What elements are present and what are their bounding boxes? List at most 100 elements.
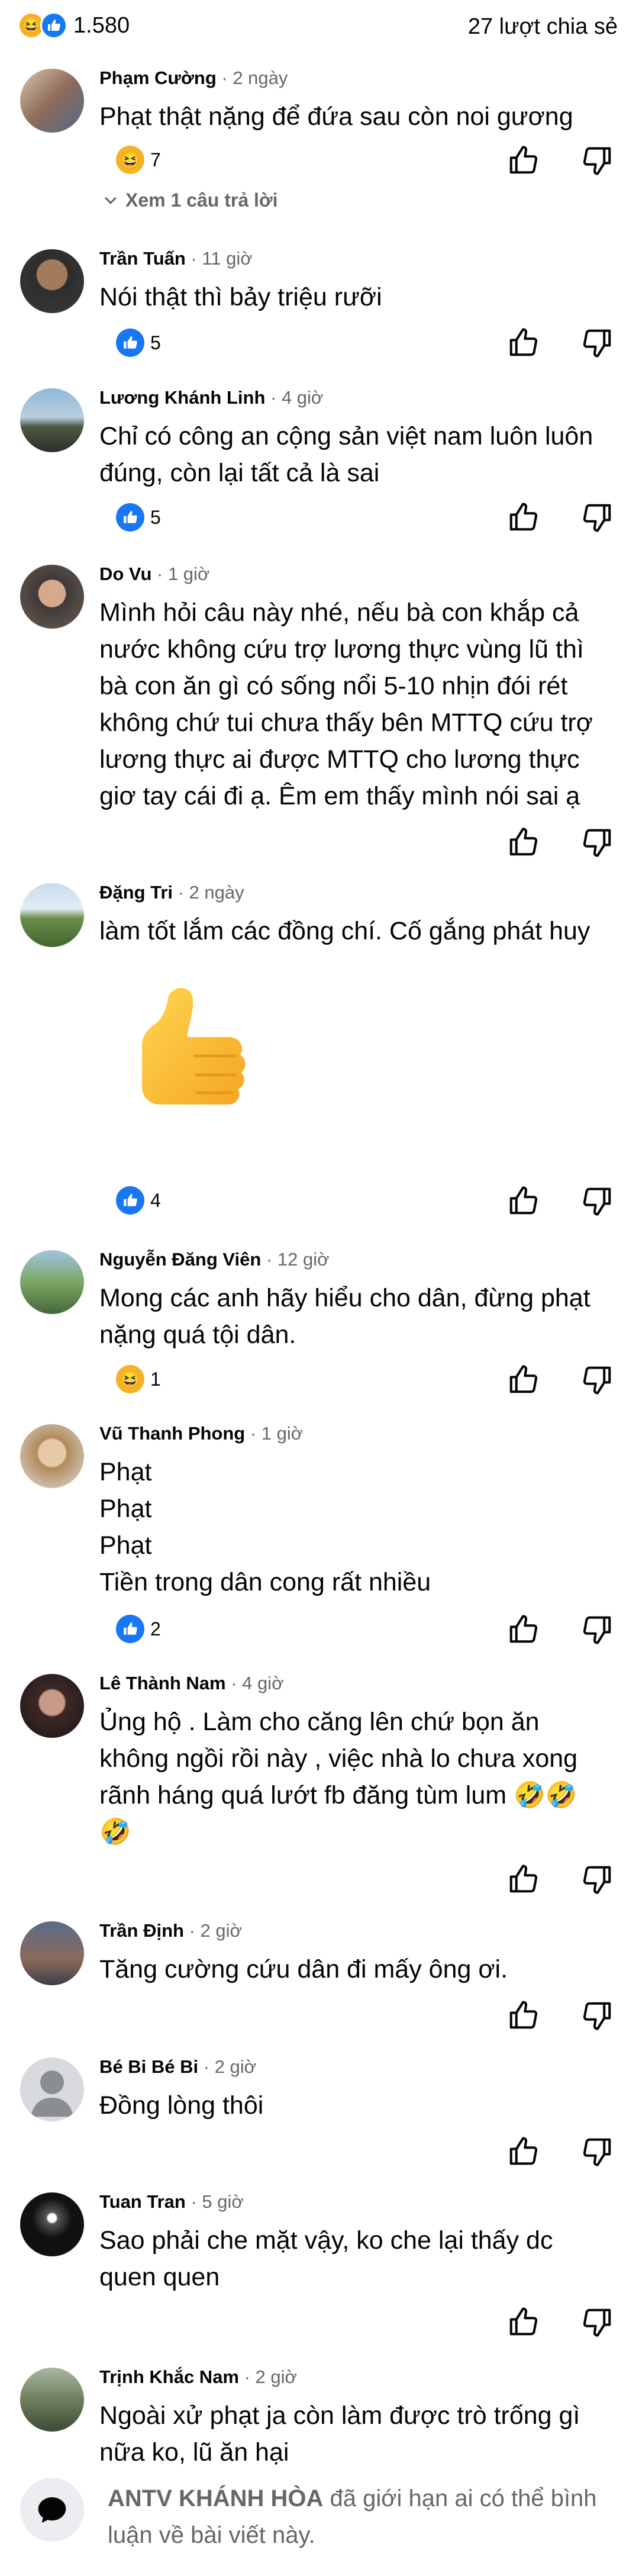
like-outline-icon[interactable] [507, 1364, 539, 1396]
comment-reactions[interactable]: 2 [116, 1615, 161, 1643]
dislike-outline-icon[interactable] [582, 327, 614, 359]
avatar[interactable] [20, 249, 84, 313]
reaction-count: 5 [150, 506, 161, 528]
comment-author-line: Trần Tuấn · 11 giờ [99, 248, 253, 269]
dislike-outline-icon[interactable] [582, 1185, 614, 1217]
reaction-count: 7 [150, 149, 161, 170]
dislike-outline-icon[interactable] [582, 1863, 614, 1895]
comment-time: · 2 giờ [183, 1920, 242, 1941]
like-outline-icon[interactable] [507, 501, 539, 533]
comment-text: Sao phải che mặt vậy, ko che lại thấy dc… [99, 2226, 553, 2291]
comment-author[interactable]: Trịnh Khắc Nam [99, 2366, 239, 2387]
haha-icon: 😆 [116, 146, 144, 174]
comment-author-line: Trần Định · 2 giờ [99, 1920, 242, 1941]
comment-reactions[interactable]: 5 [116, 503, 161, 532]
comment-author[interactable]: Do Vu [99, 564, 151, 584]
avatar[interactable] [20, 69, 84, 133]
reaction-count: 1 [150, 1368, 161, 1390]
comment-text: Ủng hộ . Làm cho căng lên chứ bọn ăn khô… [99, 1708, 578, 1846]
default-avatar-icon [31, 2071, 73, 2117]
like-outline-icon[interactable] [507, 327, 539, 359]
avatar[interactable] [20, 565, 84, 629]
comment-author[interactable]: Lê Thành Nam [99, 1673, 226, 1693]
comment-reactions[interactable]: 😆 7 [116, 146, 161, 174]
comment-author-line: Trịnh Khắc Nam · 2 giờ [99, 2366, 297, 2388]
share-count[interactable]: 27 lượt chia sẻ [468, 14, 618, 40]
comment-reactions[interactable]: 😆 1 [116, 1365, 161, 1393]
dislike-outline-icon[interactable] [582, 501, 614, 533]
like-outline-icon[interactable] [507, 2136, 539, 2168]
like-outline-icon[interactable] [507, 1614, 539, 1646]
comment-author-line: Đặng Tri · 2 ngày [99, 882, 244, 903]
like-icon [116, 503, 144, 532]
thumbs-up-sticker [142, 988, 246, 1105]
comment-author-line: Lương Khánh Linh · 4 giờ [99, 387, 323, 408]
like-icon [116, 1186, 144, 1215]
avatar[interactable] [20, 1250, 84, 1314]
like-icon [116, 329, 144, 357]
comment-text: Mình hỏi câu này nhé, nếu bà con khắp cả… [99, 598, 593, 810]
comment-author-line: Vũ Thanh Phong · 1 giờ [99, 1423, 303, 1444]
avatar[interactable] [20, 2368, 84, 2432]
avatar[interactable] [20, 388, 84, 452]
dislike-outline-icon[interactable] [582, 2136, 614, 2168]
comment-time: · 2 giờ [198, 2056, 256, 2077]
dislike-outline-icon[interactable] [582, 1364, 614, 1396]
reaction-count: 4 [150, 1189, 161, 1211]
reaction-count: 2 [150, 1618, 161, 1640]
comment-author[interactable]: Lương Khánh Linh [99, 387, 265, 408]
comment-time: · 1 giờ [151, 564, 210, 584]
avatar[interactable] [20, 2192, 84, 2256]
avatar[interactable] [20, 1674, 84, 1738]
like-outline-icon[interactable] [507, 2306, 539, 2338]
comment-text: Phạt thật nặng để đứa sau còn noi gương [99, 102, 573, 131]
comment-author[interactable]: Vũ Thanh Phong [99, 1423, 245, 1444]
comment-time: · 1 giờ [245, 1423, 304, 1444]
dislike-outline-icon[interactable] [582, 144, 614, 176]
reaction-summary[interactable]: 😆 1.580 [18, 12, 130, 39]
comment-author[interactable]: Bé Bi Bé Bi [99, 2056, 198, 2077]
comment-restriction-notice: ANTV KHÁNH HÒA đã giới hạn ai có thể bìn… [0, 2456, 639, 2576]
comment-time: · 2 giờ [239, 2366, 297, 2387]
comment-text: làm tốt lắm các đồng chí. Cố gắng phát h… [99, 917, 590, 945]
comment-text: Phạt Phạt Phạt Tiền trong dân cong rất n… [99, 1458, 431, 1596]
comment-author[interactable]: Trần Định [99, 1920, 184, 1941]
comment-time: · 11 giờ [185, 248, 253, 269]
comment-author-line: Do Vu · 1 giờ [99, 564, 209, 585]
comment-author-line: Phạm Cường · 2 ngày [99, 67, 288, 89]
comment-author-line: Nguyễn Đăng Viên · 12 giờ [99, 1249, 329, 1270]
comment-time: · 2 ngày [173, 882, 244, 903]
like-icon [116, 1615, 144, 1643]
comment-author-line: Tuan Tran · 5 giờ [99, 2191, 244, 2213]
dislike-outline-icon[interactable] [582, 1614, 614, 1646]
avatar[interactable] [20, 1424, 84, 1488]
comment-author[interactable]: Nguyễn Đăng Viên [99, 1249, 261, 1270]
like-outline-icon[interactable] [507, 1185, 539, 1217]
comment-time: · 12 giờ [261, 1249, 330, 1270]
comment-author-line: Lê Thành Nam · 4 giờ [99, 1673, 283, 1694]
comment-reactions[interactable]: 4 [116, 1186, 161, 1215]
like-outline-icon[interactable] [507, 1999, 539, 2031]
like-outline-icon[interactable] [507, 1863, 539, 1895]
comment-time: · 4 giờ [225, 1673, 284, 1693]
restricting-page-name[interactable]: ANTV KHÁNH HÒA [108, 2485, 323, 2511]
post-reaction-bar: 😆 1.580 27 lượt chia sẻ [0, 0, 639, 54]
comment-author[interactable]: Phạm Cường [99, 67, 217, 88]
dislike-outline-icon[interactable] [582, 1999, 614, 2031]
dislike-outline-icon[interactable] [582, 826, 614, 858]
like-outline-icon[interactable] [507, 826, 539, 858]
comment-reactions[interactable]: 5 [116, 329, 161, 357]
like-icon [40, 12, 67, 39]
dislike-outline-icon[interactable] [582, 2306, 614, 2338]
comment-author[interactable]: Tuan Tran [99, 2191, 186, 2212]
view-replies-link[interactable]: Xem 1 câu trả lời [102, 189, 278, 211]
comment-author[interactable]: Trần Tuấn [99, 248, 186, 269]
reaction-count: 1.580 [73, 12, 130, 38]
view-replies-label: Xem 1 câu trả lời [125, 189, 278, 211]
like-outline-icon[interactable] [507, 144, 539, 176]
comment-restricted-icon [20, 2478, 84, 2542]
avatar[interactable] [20, 1921, 84, 1985]
avatar[interactable] [20, 883, 84, 947]
comment-author[interactable]: Đặng Tri [99, 882, 173, 903]
avatar[interactable] [20, 2057, 84, 2121]
